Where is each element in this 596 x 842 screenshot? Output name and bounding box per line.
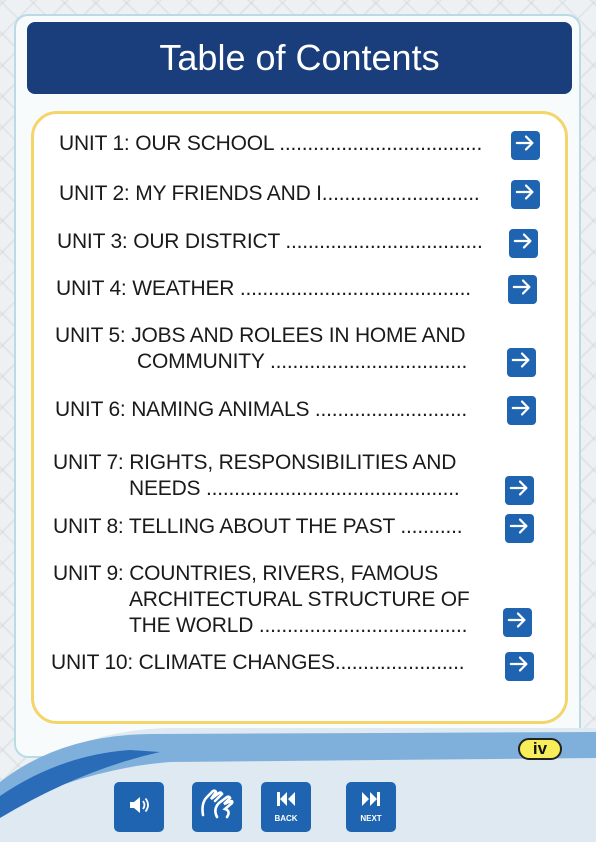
skip-back-icon xyxy=(275,791,297,812)
unit-10-go-button[interactable] xyxy=(505,652,534,681)
arrow-right-icon xyxy=(509,516,531,541)
next-button[interactable]: NEXT xyxy=(346,782,396,832)
toc-entry-unit-9[interactable]: UNIT 9: COUNTRIES, RIVERS, FAMOUS xyxy=(53,562,438,586)
toc-entry-unit-10[interactable]: UNIT 10: CLIMATE CHANGES................… xyxy=(51,651,465,675)
toc-entry-unit-1[interactable]: UNIT 1: OUR SCHOOL .....................… xyxy=(59,132,482,156)
toc-entry-unit-6[interactable]: UNIT 6: NAMING ANIMALS .................… xyxy=(55,398,467,422)
sign-language-button[interactable] xyxy=(192,782,242,832)
toc-entry-unit-5[interactable]: UNIT 5: JOBS AND ROLEES IN HOME AND xyxy=(55,324,466,348)
arrow-right-icon xyxy=(509,478,531,503)
toc-entry-unit-4[interactable]: UNIT 4: WEATHER ........................… xyxy=(56,277,471,301)
sign-language-icon xyxy=(197,787,237,828)
toc-entry-unit-5-cont[interactable]: COMMUNITY ..............................… xyxy=(137,350,467,374)
page-title: Table of Contents xyxy=(159,37,440,78)
unit-2-go-button[interactable] xyxy=(511,180,540,209)
arrow-right-icon xyxy=(513,231,535,256)
arrow-right-icon xyxy=(511,398,533,423)
arrow-right-icon xyxy=(515,133,537,158)
toc-entry-unit-3[interactable]: UNIT 3: OUR DISTRICT ...................… xyxy=(57,230,483,254)
arrow-right-icon xyxy=(511,350,533,375)
next-label: NEXT xyxy=(360,814,382,823)
title-banner: Table of Contents xyxy=(27,22,572,94)
arrow-right-icon xyxy=(512,277,534,302)
toc-entry-unit-7-cont[interactable]: NEEDS ..................................… xyxy=(129,477,460,501)
skip-next-icon xyxy=(360,791,382,812)
arrow-right-icon xyxy=(515,182,537,207)
toc-entry-unit-7[interactable]: UNIT 7: RIGHTS, RESPONSIBILITIES AND xyxy=(53,451,456,475)
audio-button[interactable] xyxy=(114,782,164,832)
page-number-badge: iv xyxy=(518,738,562,760)
unit-1-go-button[interactable] xyxy=(511,131,540,160)
back-button[interactable]: BACK xyxy=(261,782,311,832)
unit-3-go-button[interactable] xyxy=(509,229,538,258)
unit-6-go-button[interactable] xyxy=(507,396,536,425)
toc-entry-unit-9-cont-2[interactable]: THE WORLD ..............................… xyxy=(129,614,468,638)
toc-entry-unit-2[interactable]: UNIT 2: MY FRIENDS AND I................… xyxy=(59,182,480,206)
arrow-right-icon xyxy=(507,610,529,635)
unit-9-go-button[interactable] xyxy=(503,608,532,637)
arrow-right-icon xyxy=(509,654,531,679)
back-label: BACK xyxy=(274,814,298,823)
unit-4-go-button[interactable] xyxy=(508,275,537,304)
unit-8-go-button[interactable] xyxy=(505,514,534,543)
toc-entry-unit-8[interactable]: UNIT 8: TELLING ABOUT THE PAST .........… xyxy=(53,515,463,539)
speaker-icon xyxy=(127,794,151,821)
toc-entry-unit-9-cont[interactable]: ARCHITECTURAL STRUCTURE OF xyxy=(129,588,470,612)
unit-7-go-button[interactable] xyxy=(505,476,534,505)
unit-5-go-button[interactable] xyxy=(507,348,536,377)
